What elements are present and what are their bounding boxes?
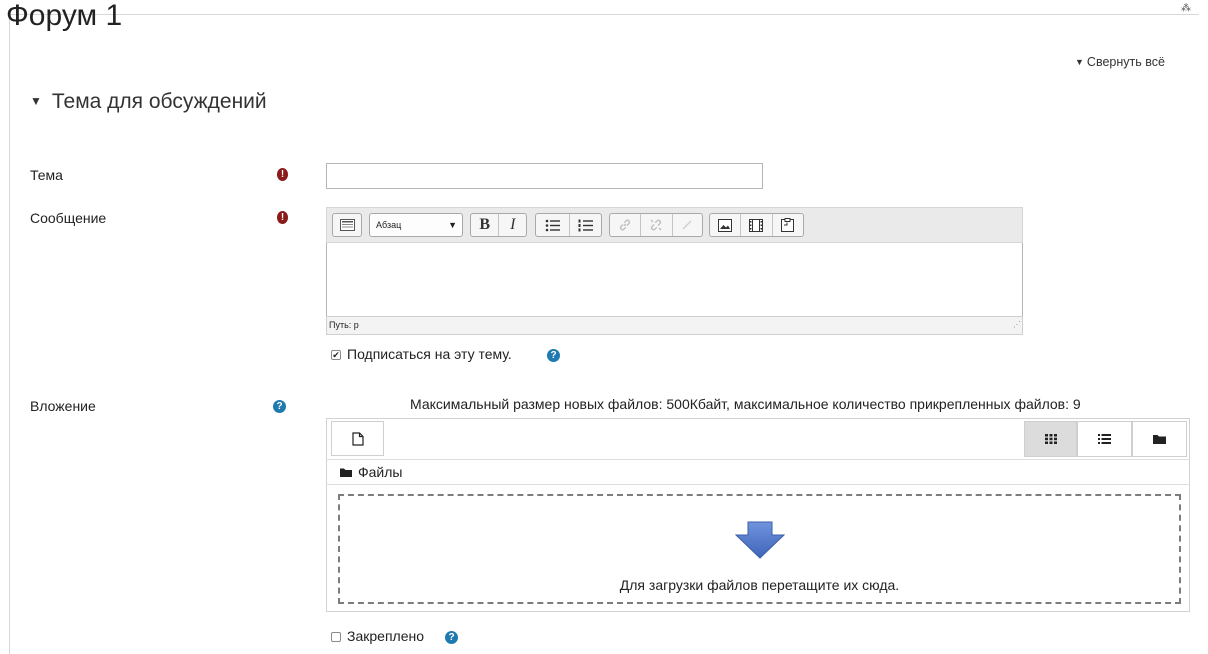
- unordered-list-button[interactable]: [536, 214, 570, 236]
- collapse-all-link[interactable]: ▼ Свернуть всё: [1075, 55, 1165, 69]
- subject-input[interactable]: [326, 163, 763, 189]
- attachment-limits: Максимальный размер новых файлов: 500Кба…: [410, 396, 1081, 412]
- page-frame-top: [9, 14, 1199, 15]
- paragraph-format-select[interactable]: Абзац ▼: [369, 213, 463, 237]
- message-label: Сообщение: [30, 210, 107, 226]
- toolbar-group-media: [709, 213, 804, 237]
- files-folder-label: Файлы: [358, 464, 403, 480]
- clipboard-icon: [781, 218, 795, 232]
- numbered-list-icon: [578, 219, 593, 231]
- page-frame-left: [9, 14, 10, 654]
- manage-files-button[interactable]: [773, 214, 803, 236]
- view-list-button[interactable]: [1077, 421, 1132, 457]
- attachment-label: Вложение: [30, 398, 96, 414]
- italic-button[interactable]: I: [499, 214, 526, 236]
- keyboard-icon: [339, 219, 355, 231]
- files-breadcrumb[interactable]: Файлы: [340, 464, 402, 480]
- resize-grip-icon[interactable]: ⋰: [1013, 316, 1021, 333]
- file-manager-divider: [326, 484, 1190, 485]
- page-title: Форум 1: [6, 0, 123, 32]
- toolbar-group-toggle: [332, 213, 362, 237]
- bold-icon: B: [479, 216, 491, 233]
- list-view-icon: [1098, 434, 1111, 444]
- paragraph-format-value: Абзац: [376, 220, 402, 230]
- anchor-button[interactable]: [673, 214, 702, 236]
- ordered-list-button[interactable]: [570, 214, 602, 236]
- section-toggle[interactable]: ▼ Тема для обсуждений: [30, 90, 267, 114]
- arrow-down-icon: [735, 521, 785, 559]
- view-tree-button[interactable]: [1132, 421, 1187, 457]
- subscribe-checkbox[interactable]: ✔: [331, 350, 341, 360]
- grid-view-icon: [1044, 434, 1057, 444]
- corner-icon: ⁂: [1181, 3, 1191, 14]
- required-icon: !: [277, 211, 288, 224]
- toolbar-group-lists: [535, 213, 602, 237]
- caret-down-icon: ▼: [1075, 57, 1084, 67]
- message-editor[interactable]: [326, 243, 1023, 317]
- view-icons-button[interactable]: [1024, 421, 1077, 457]
- italic-icon: I: [510, 216, 516, 233]
- anchor-icon: [682, 220, 692, 230]
- caret-down-icon: ▼: [30, 94, 42, 108]
- editor-toolbar: Абзац ▼ B I: [326, 207, 1023, 243]
- help-icon[interactable]: ?: [547, 349, 560, 362]
- editor-status-bar: Путь: р ⋰: [326, 316, 1023, 335]
- toolbar-group-format: B I: [470, 213, 527, 237]
- toolbar-toggle-button[interactable]: [333, 214, 361, 236]
- help-icon[interactable]: ?: [445, 631, 458, 644]
- unlink-button[interactable]: [641, 214, 673, 236]
- pinned-label: Закреплено: [347, 628, 424, 644]
- link-icon: [620, 219, 631, 231]
- film-icon: [749, 218, 764, 232]
- required-icon: !: [277, 168, 288, 181]
- insert-image-button[interactable]: [710, 214, 742, 236]
- file-icon: [351, 431, 364, 446]
- subscribe-label: Подписаться на эту тему.: [347, 346, 512, 362]
- folder-icon: [1153, 435, 1166, 444]
- toolbar-group-links: [609, 213, 703, 237]
- insert-media-button[interactable]: [741, 214, 773, 236]
- bullet-list-icon: [545, 219, 560, 231]
- chevron-down-icon: ▼: [448, 220, 457, 230]
- pinned-checkbox[interactable]: [331, 632, 341, 642]
- editor-path-text: Путь: р: [329, 320, 359, 330]
- link-button[interactable]: [610, 214, 642, 236]
- folder-icon: [340, 468, 352, 477]
- unlink-icon: [651, 219, 662, 231]
- bold-button[interactable]: B: [471, 214, 500, 236]
- section-title: Тема для обсуждений: [51, 90, 267, 113]
- add-file-button[interactable]: [331, 421, 384, 456]
- image-icon: [718, 218, 733, 232]
- drop-hint-text: Для загрузки файлов перетащите их сюда.: [619, 577, 900, 593]
- file-manager-divider: [326, 459, 1190, 460]
- collapse-all-label: Свернуть всё: [1086, 55, 1165, 69]
- help-icon[interactable]: ?: [273, 400, 286, 413]
- subject-label: Тема: [30, 167, 63, 183]
